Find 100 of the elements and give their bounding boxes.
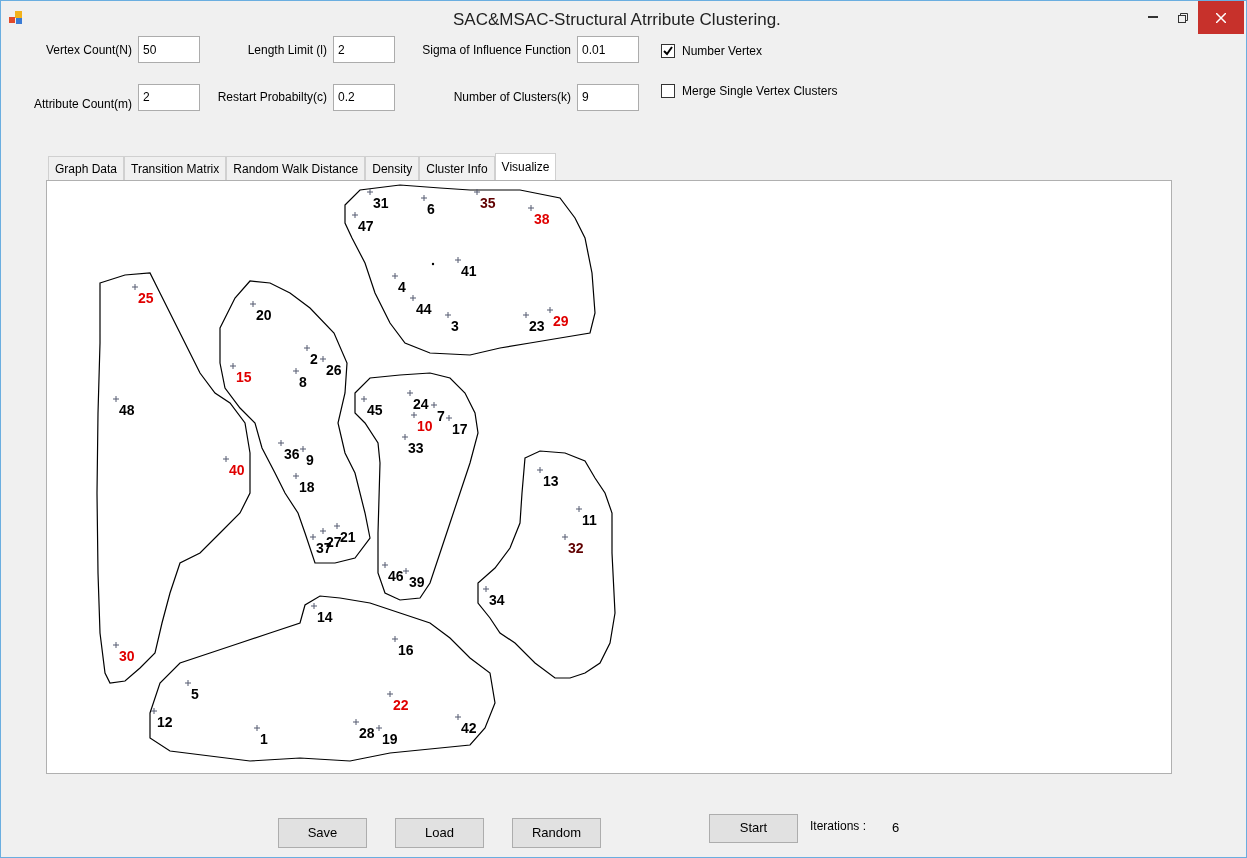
vertex-marker-icon [546, 306, 554, 314]
action-button[interactable]: Save [278, 818, 367, 848]
check-icon [663, 46, 673, 56]
vertex-label: 7 [437, 408, 445, 424]
text-field[interactable]: 2 [138, 83, 200, 111]
vertex-marker-icon [473, 188, 481, 196]
vertex-marker-icon [184, 679, 192, 687]
tab[interactable]: Graph Data [48, 156, 125, 180]
vertex-label: 21 [340, 529, 356, 545]
vertex-marker-icon [391, 272, 399, 280]
text-field[interactable]: 2 [333, 36, 395, 63]
tab[interactable]: Density [365, 156, 420, 180]
vertex-label: 47 [358, 218, 374, 234]
vertex-label: 10 [417, 418, 433, 434]
vertex-marker-icon [303, 344, 311, 352]
vertex-marker-icon [229, 362, 237, 370]
vertex-label: 11 [582, 512, 597, 528]
vertex-label: 33 [408, 440, 424, 456]
action-button[interactable]: Load [395, 818, 484, 848]
vertex-label: 42 [461, 720, 477, 736]
iterations-label: Iterations : [810, 818, 867, 835]
vertex-label: 20 [256, 307, 272, 323]
checkbox-label: Merge Single Vertex Clusters [682, 83, 838, 100]
vertex-marker-icon [309, 533, 317, 541]
vertex-marker-icon [454, 713, 462, 721]
vertex-marker-icon [482, 585, 490, 593]
vertex-marker-icon [430, 401, 438, 409]
tab[interactable]: Transition Matrix [124, 156, 227, 180]
vertex-marker-icon [112, 395, 120, 403]
vertex-marker-icon [360, 395, 368, 403]
start-button[interactable]: Start [709, 813, 798, 843]
vertex-label: 28 [359, 725, 375, 741]
text-field[interactable]: 9 [577, 83, 639, 111]
vertex-label: 3 [451, 318, 459, 334]
field-label: Length Limit (l) [246, 41, 328, 59]
vertex-marker-icon [536, 466, 544, 474]
text-field[interactable]: 50 [138, 36, 200, 63]
vertex-label: 23 [529, 318, 545, 334]
action-button[interactable]: Random [512, 818, 601, 848]
vertex-label: 35 [480, 195, 496, 211]
tab[interactable]: Visualize [494, 153, 557, 180]
tab[interactable]: Cluster Info [419, 156, 495, 180]
vertex-marker-icon [222, 455, 230, 463]
restore-icon [1178, 12, 1188, 23]
text-field[interactable]: 0.01 [577, 36, 639, 63]
text-field[interactable]: 0.2 [333, 83, 395, 111]
field-label: Number of Clusters(k) [452, 89, 572, 106]
vertex-marker-icon [401, 433, 409, 441]
vertex-label: 16 [398, 642, 414, 658]
vertex-label: 45 [367, 402, 383, 418]
vertex-marker-icon [366, 188, 374, 196]
tab[interactable]: Random Walk Distance [226, 156, 366, 180]
vertex-marker-icon [319, 355, 327, 363]
vertex-label: 25 [138, 290, 154, 306]
vertex-label: 14 [317, 609, 333, 625]
vertex-marker-icon [299, 445, 307, 453]
vertex-label: 31 [373, 195, 389, 211]
vertex-label: 36 [284, 446, 300, 462]
vertex-label: 2 [310, 351, 318, 367]
vertex-label: 8 [299, 374, 307, 390]
vertex-marker-icon [150, 707, 158, 715]
vertex-marker-icon [381, 561, 389, 569]
vertex-label: 15 [236, 369, 252, 385]
vertex-marker-icon [351, 211, 359, 219]
vertex-marker-icon [575, 505, 583, 513]
vertex-label: 44 [416, 301, 432, 317]
vertex-label: 13 [543, 473, 559, 489]
vertex-label: 39 [409, 574, 425, 590]
vertex-marker-icon [333, 522, 341, 530]
close-icon [1216, 12, 1226, 23]
vertex-label: 30 [119, 648, 135, 664]
vertex-marker-icon [112, 641, 120, 649]
vertex-label: 22 [393, 697, 409, 713]
vertex-marker-icon [522, 311, 530, 319]
field-label: Vertex Count(N) [44, 41, 133, 59]
vertex-marker-icon [406, 389, 414, 397]
vertex-label: 17 [452, 421, 468, 437]
checkbox-label: Number Vertex [682, 43, 763, 60]
vertex-marker-icon [444, 311, 452, 319]
vertex-marker-icon [561, 533, 569, 541]
vertex-label: 29 [553, 313, 569, 329]
vertex-label: 34 [489, 592, 505, 608]
vertex-marker-icon [352, 718, 360, 726]
checkbox[interactable] [661, 44, 675, 58]
vertex-label: 48 [119, 402, 135, 418]
vertex-label: 12 [157, 714, 173, 730]
minimize-icon [1148, 16, 1158, 19]
centroid-dot [431, 262, 435, 266]
vertex-marker-icon [375, 724, 383, 732]
window-title: SAC&MSAC-Structural Atrribute Clustering. [453, 9, 781, 31]
vertex-marker-icon [454, 256, 462, 264]
vertex-label: 46 [388, 568, 404, 584]
vertex-marker-icon [253, 724, 261, 732]
checkbox[interactable] [661, 84, 675, 98]
vertex-marker-icon [445, 414, 453, 422]
vertex-label: 24 [413, 396, 429, 412]
vertex-marker-icon [292, 472, 300, 480]
vertex-label: 4 [398, 279, 406, 295]
vertex-label: 18 [299, 479, 315, 495]
vertex-label: 38 [534, 211, 550, 227]
